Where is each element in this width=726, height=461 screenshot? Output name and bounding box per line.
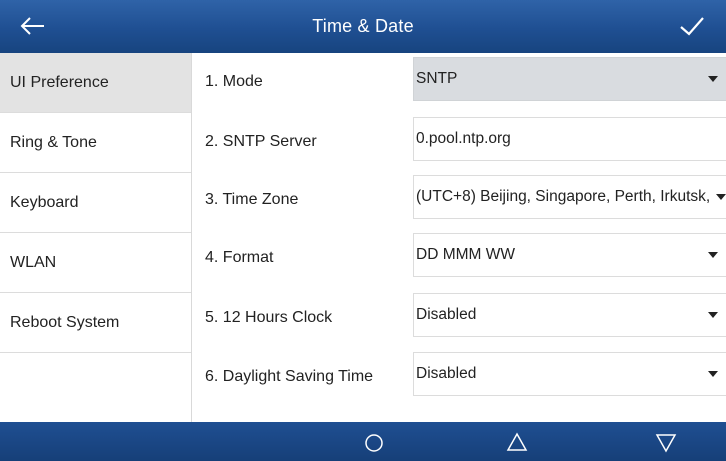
daylight-saving-time-select[interactable]: Disabled xyxy=(413,352,726,396)
format-select[interactable]: DD MMM WW xyxy=(413,233,726,277)
time-zone-label: 3. Time Zone xyxy=(205,191,299,208)
setting-row-format: 4. Format DD MMM WW xyxy=(192,229,726,287)
setting-row-12-hours-clock: 5. 12 Hours Clock Disabled xyxy=(192,289,726,347)
setting-row-daylight-saving-time: 6. Daylight Saving Time Disabled xyxy=(192,348,726,406)
setting-row-sntp-server: 2. SNTP Server 0.pool.ntp.org xyxy=(192,113,726,171)
setting-row-mode: 1. Mode SNTP xyxy=(192,53,726,111)
daylight-saving-time-value: Disabled xyxy=(416,365,477,382)
format-label: 4. Format xyxy=(205,249,274,266)
circle-home-icon[interactable] xyxy=(354,422,394,461)
mode-label: 1. Mode xyxy=(205,73,263,90)
settings-panel: 1. Mode SNTP 2. SNTP Server 0.pool.ntp.o… xyxy=(192,53,726,422)
sidebar-item-ui-preference[interactable]: UI Preference xyxy=(0,53,191,113)
sidebar-item-keyboard[interactable]: Keyboard xyxy=(0,173,191,233)
sidebar-item-wlan[interactable]: WLAN xyxy=(0,233,191,293)
12-hours-clock-label: 5. 12 Hours Clock xyxy=(205,309,333,326)
sidebar-item-ring-tone[interactable]: Ring & Tone xyxy=(0,113,191,173)
dropdown-arrow-icon xyxy=(708,312,718,318)
12-hours-clock-select[interactable]: Disabled xyxy=(413,293,726,337)
format-value: DD MMM WW xyxy=(416,246,515,263)
sntp-server-label: 2. SNTP Server xyxy=(205,133,317,150)
12-hours-clock-value: Disabled xyxy=(416,306,477,323)
dropdown-arrow-icon xyxy=(708,371,718,377)
dropdown-arrow-icon xyxy=(708,76,718,82)
triangle-down-icon[interactable] xyxy=(646,422,686,461)
triangle-up-icon[interactable] xyxy=(497,422,537,461)
sidebar-item-reboot-system[interactable]: Reboot System xyxy=(0,293,191,353)
title-bar: Time & Date xyxy=(0,0,726,53)
mode-select[interactable]: SNTP xyxy=(413,57,726,101)
sntp-server-value: 0.pool.ntp.org xyxy=(416,130,511,147)
page-title: Time & Date xyxy=(312,16,414,36)
setting-row-time-zone: 3. Time Zone (UTC+8) Beijing, Singapore,… xyxy=(192,171,726,229)
checkmark-icon[interactable] xyxy=(672,6,712,46)
sntp-server-input[interactable]: 0.pool.ntp.org xyxy=(413,117,726,161)
mode-value: SNTP xyxy=(416,70,458,87)
time-zone-select[interactable]: (UTC+8) Beijing, Singapore, Perth, Irkut… xyxy=(413,175,726,219)
dropdown-arrow-icon xyxy=(708,252,718,258)
daylight-saving-time-label: 6. Daylight Saving Time xyxy=(205,368,374,385)
bottom-nav-bar xyxy=(0,422,726,461)
time-zone-value: (UTC+8) Beijing, Singapore, Perth, Irkut… xyxy=(416,188,711,205)
dropdown-arrow-icon xyxy=(715,176,726,218)
sidebar: UI Preference Ring & Tone Keyboard WLAN … xyxy=(0,53,192,422)
